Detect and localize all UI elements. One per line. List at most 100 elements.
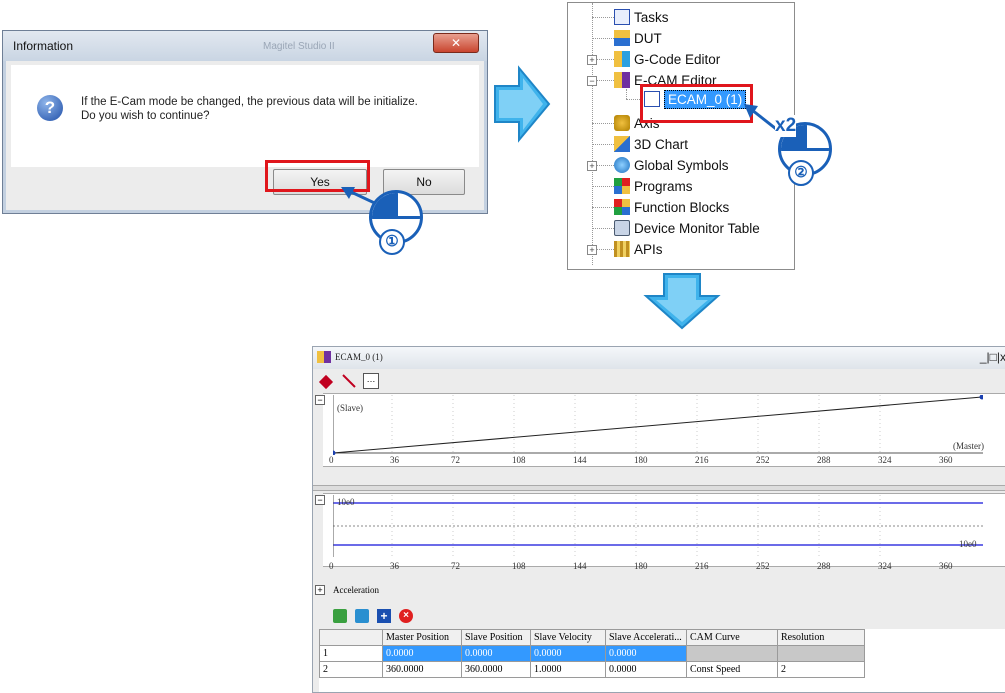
tasks-icon [614,9,630,25]
add-point-icon[interactable] [318,374,334,390]
append-row-icon[interactable] [355,609,369,623]
cell-slave-acceleration[interactable]: 0.0000 [605,661,687,678]
table-view-icon[interactable]: … [363,373,379,389]
x-tick-label: 180 [634,455,648,465]
x-tick-label: 0 [329,561,334,571]
cell-slave-velocity[interactable]: 0.0000 [530,645,606,662]
cell-resolution[interactable] [777,645,865,662]
ecam-window-icon [317,351,331,363]
velocity-curve-chart [333,495,983,557]
question-icon: ? [37,95,63,121]
draw-line-icon[interactable] [341,373,357,389]
cell-master-position[interactable]: 360.0000 [382,661,462,678]
table-header-row: Master Position Slave Position Slave Vel… [319,629,865,646]
table-header[interactable]: Resolution [777,629,865,646]
chart-3d-icon [614,136,630,152]
ecam-item-highlight [640,84,753,123]
x-tick-label: 288 [817,561,831,571]
right-arrow-icon [494,65,551,143]
ecam-editor-icon [614,72,630,88]
x-tick-label: 216 [695,455,709,465]
table-header[interactable]: Slave Velocity [530,629,606,646]
dialog-body: ? If the E-Cam mode be changed, the prev… [11,65,479,167]
tree-item-dut[interactable]: DUT [614,30,662,50]
ecam-title-bar[interactable]: ECAM_0 (1) _|□|x [313,347,1005,369]
x-tick-label: 288 [817,455,831,465]
cell-master-position[interactable]: 0.0000 [382,645,462,662]
add-row-icon[interactable]: + [377,609,391,623]
x-tick-label: 0 [329,455,334,465]
dialog-message: If the E-Cam mode be changed, the previo… [81,95,418,123]
x-tick-label: 216 [695,561,709,571]
delete-row-icon[interactable]: × [399,609,413,623]
table-row[interactable]: 1 0.0000 0.0000 0.0000 0.0000 [319,645,865,662]
table-header[interactable]: CAM Curve [686,629,778,646]
table-header [319,629,383,646]
x-tick-label: 108 [512,561,526,571]
tree-item-device-monitor-table[interactable]: Device Monitor Table [614,220,760,240]
table-header[interactable]: Slave Accelerati... [605,629,687,646]
cell-resolution[interactable]: 2 [777,661,865,678]
x-tick-label: 360 [939,561,953,571]
step-2-badge: ② [788,160,814,186]
tree-item-tasks[interactable]: Tasks [614,9,669,29]
collapse-ecam-toggle[interactable]: − [587,76,597,86]
collapse-position-plot-toggle[interactable]: − [315,395,325,405]
cell-cam-curve[interactable]: Const Speed [686,661,778,678]
expand-acceleration-toggle[interactable]: + [315,585,325,595]
expand-global-symbols-toggle[interactable]: + [587,161,597,171]
x-tick-label: 144 [573,561,587,571]
function-blocks-icon [614,199,630,215]
tree-item-apis[interactable]: APIs [614,241,663,261]
position-curve-chart [333,395,983,455]
row-number: 2 [319,661,383,678]
dialog-background-title: Magitel Studio II [263,41,335,52]
velocity-label-b: 10e0 [959,539,977,549]
x-tick-label: 360 [939,455,953,465]
x-tick-label: 72 [451,455,460,465]
cell-slave-position[interactable]: 360.0000 [461,661,531,678]
x-tick-label: 252 [756,455,770,465]
collapse-velocity-plot-toggle[interactable]: − [315,495,325,505]
programs-icon [614,178,630,194]
table-header[interactable]: Slave Position [461,629,531,646]
table-row[interactable]: 2 360.0000 360.0000 1.0000 0.0000 Const … [319,661,865,678]
axis-icon [614,115,630,131]
x-tick-label: 36 [390,561,399,571]
cell-slave-acceleration[interactable]: 0.0000 [605,645,687,662]
down-arrow-icon [643,273,721,330]
x-tick-label: 180 [634,561,648,571]
acceleration-label: Acceleration [333,585,379,595]
tree-item-programs[interactable]: Programs [614,178,693,198]
insert-row-icon[interactable] [333,609,347,623]
apis-icon [614,241,630,257]
cell-cam-curve[interactable] [686,645,778,662]
tree-item-function-blocks[interactable]: Function Blocks [614,199,729,219]
global-symbols-icon [614,157,630,173]
dialog-close-button[interactable]: ✕ [433,33,479,53]
dialog-title-bar[interactable]: Information Magitel Studio II ✕ [3,31,487,61]
window-control-buttons[interactable]: _|□|x [980,350,1005,364]
step-1-badge: ① [379,229,405,255]
expand-gcode-toggle[interactable]: + [587,55,597,65]
double-click-mark: x2 [775,115,797,137]
cell-slave-velocity[interactable]: 1.0000 [530,661,606,678]
ecam-title: ECAM_0 (1) [335,352,383,362]
x-tick-label: 144 [573,455,587,465]
tree-item-gcode-editor[interactable]: G-Code Editor [614,51,720,71]
x-tick-label: 108 [512,455,526,465]
x-tick-label: 72 [451,561,460,571]
x-tick-label: 36 [390,455,399,465]
tree-item-global-symbols[interactable]: Global Symbols [614,157,729,177]
table-header[interactable]: Master Position [382,629,462,646]
master-axis-label: (Master) [953,441,984,451]
dialog-message-line2: Do you wish to continue? [81,110,210,122]
x-tick-label: 324 [878,455,892,465]
tree-item-3d-chart[interactable]: 3D Chart [614,136,688,156]
cell-slave-position[interactable]: 0.0000 [461,645,531,662]
dut-icon [614,30,630,46]
x-tick-label: 252 [756,561,770,571]
x-tick-label: 324 [878,561,892,571]
expand-apis-toggle[interactable]: + [587,245,597,255]
row-number: 1 [319,645,383,662]
